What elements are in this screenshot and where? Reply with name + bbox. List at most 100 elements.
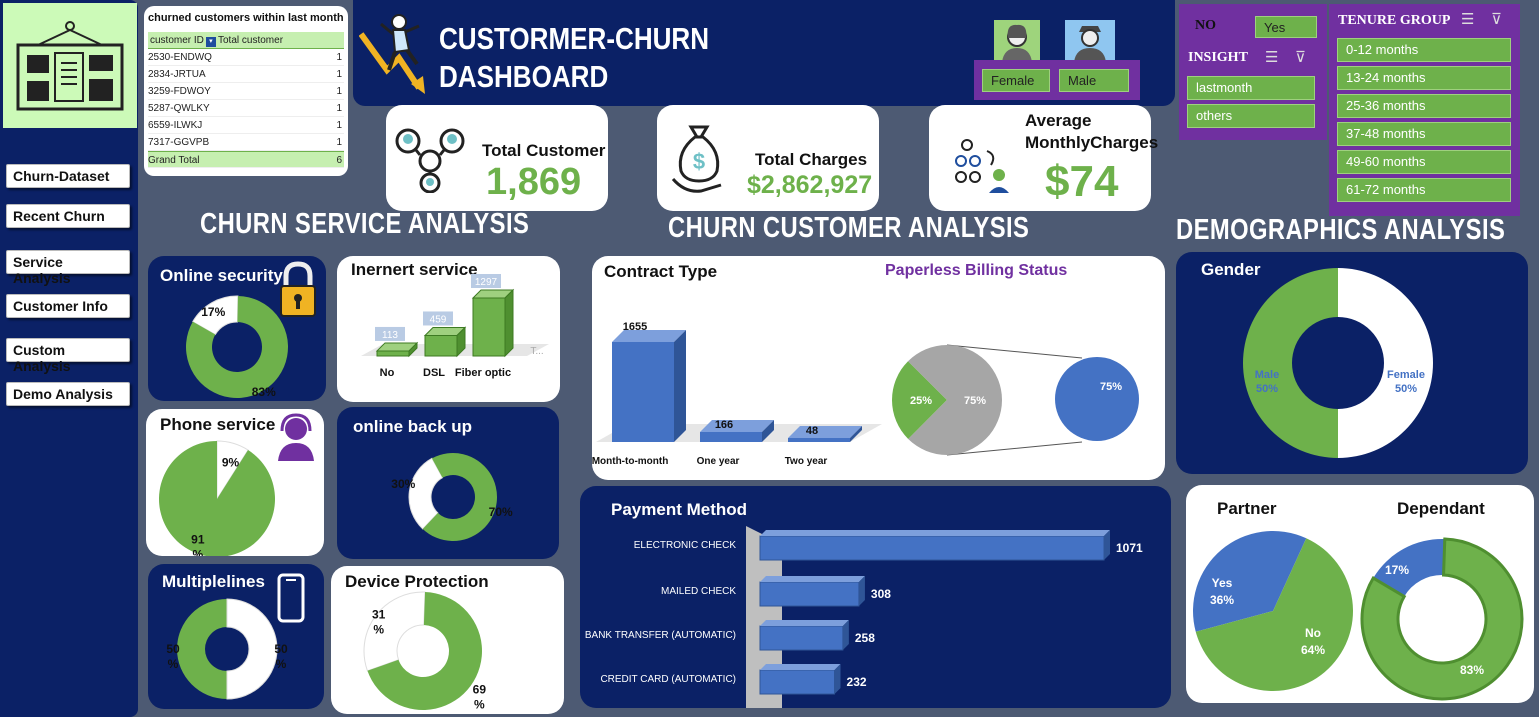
pivot-col-customer-id[interactable]: customer ID [148,35,204,46]
kpi-total-customer: Total Customer 1,869 [386,105,608,211]
insight-slicer: NO Yes INSIGHT ☰ ⊽ lastmonth others [1179,4,1327,140]
clear-filter-icon[interactable]: ⊽ [1491,10,1502,28]
data-label-multiplelines-0: 50 [166,642,180,656]
data-label-payment-0: 1071 [1116,541,1143,555]
multi-select-icon[interactable]: ☰ [1265,48,1278,66]
truncated-label-internet: T... [530,346,543,357]
bar-payment-2 [759,625,844,651]
row-id: 5287-QWLKY [148,103,210,114]
data-label-payment-1: 308 [871,587,891,601]
tenure-option[interactable]: 25-36 months [1337,94,1511,118]
male-avatar [1065,20,1115,62]
x-label-contract-1: One year [697,456,740,467]
data-label-paperless-1: 75% [964,395,986,407]
contract-billing-chart: 1655 Month-to-month 166 One year 48 Two year 2… [592,321,1139,467]
x-label-contract-0: Month-to-month [592,456,668,467]
insight-others-button[interactable]: others [1187,104,1315,128]
x-label-internet-2: Fiber optic [455,367,511,379]
row-value: 1 [336,52,342,63]
bulletin-board-icon [16,21,124,111]
row-id: 6559-ILWKJ [148,120,203,131]
bar-payment-0 [759,535,1105,561]
data-label-device-protection-0: 31 [372,607,386,621]
y-label-payment-0: ELECTRONIC CHECK [634,540,737,551]
multi-select-icon[interactable]: ☰ [1461,10,1474,28]
data-label-internet-0: 113 [382,330,398,341]
nav-recent-churn[interactable]: Recent Churn [6,204,130,228]
bar-payment-1 [759,581,860,607]
tenure-slicer: TENURE GROUP ☰ ⊽ 0-12 months 13-24 month… [1329,4,1520,216]
nav-customer-info[interactable]: Customer Info [6,294,130,318]
payment-method-card: Payment Method 1071 ELECTRONIC CHECK 308 MA… [580,486,1171,708]
insight-no-label[interactable]: NO [1195,18,1216,34]
nav-churn-dataset[interactable]: Churn-Dataset [6,164,130,188]
data-label-dependant-no: 83% [1460,663,1484,677]
nav-custom-analysis[interactable]: Custom Analysis [6,338,130,374]
data-label-paperless-secondary: 75% [1100,381,1122,393]
grand-total-value: 6 [336,155,342,166]
nav-service-analysis[interactable]: Service Analysis [6,250,130,286]
table-row: 7317-GGVPB 1 [148,134,344,151]
tenure-option[interactable]: 49-60 months [1337,150,1511,174]
filter-dropdown-icon[interactable]: ▾ [205,37,216,47]
table-row: 6559-ILWKJ 1 [148,117,344,134]
bar-top-payment-0 [760,530,1110,536]
online-backup-card: online back up 30% 70% [337,407,559,559]
kpi-avg-label-line1: Average [1025,111,1092,130]
tenure-option[interactable]: 61-72 months [1337,178,1511,202]
falling-man-icon [359,14,425,94]
data-label-partner-no: No [1305,626,1321,640]
kpi-total-charges: $ Total Charges $2,862,927 [657,105,879,211]
y-label-payment-2: BANK TRANSFER (AUTOMATIC) [585,630,736,641]
data-label-gender-female-pct: 50% [1395,383,1417,395]
dashboard-logo [3,3,137,128]
row-id: 2834-JRTUA [148,69,206,80]
slice-gender-female [1338,268,1433,458]
y-label-payment-1: MAILED CHECK [661,586,736,597]
slice-gender-male [1243,268,1338,458]
pivot-header-row: customer ID ▾ Total customer [148,32,344,49]
bar-contract-1 [700,431,762,442]
data-label-gender-male-pct: 50% [1256,383,1278,395]
male-filter-button[interactable]: Male [1059,69,1129,92]
table-row: 5287-QWLKY 1 [148,100,344,117]
phone-service-card: Phone service 9% 91% [146,409,324,556]
online-security-chart: 17% 83% [186,295,288,399]
insight-yes-button[interactable]: Yes [1255,16,1317,38]
tenure-option[interactable]: 0-12 months [1337,38,1511,62]
data-label-multiplelines-1: 50 [274,642,288,656]
kpi-total-charges-label: Total Charges [755,150,868,169]
clear-filter-icon[interactable]: ⊽ [1295,48,1306,66]
data-label-partner-yes: Yes [1212,576,1233,590]
row-id: 7317-GGVPB [148,137,210,148]
female-avatar [994,20,1040,62]
table-row: 3259-FDWOY 1 [148,83,344,100]
row-value: 1 [336,137,342,148]
data-label-contract-2: 48 [806,425,818,437]
data-label-device-protection-1: % [474,698,485,712]
data-label-device-protection-0: % [373,622,384,636]
x-label-contract-2: Two year [785,456,828,467]
data-label-contract-1: 166 [715,419,733,431]
pivot-body: customer ID ▾ Total customer 2530-ENDWQ 1 … [148,32,344,168]
data-label-paperless-0: 25% [910,395,932,407]
data-label-online-security-0: 17% [201,305,225,319]
bar-internet-0 [376,350,410,357]
tenure-option[interactable]: 13-24 months [1337,66,1511,90]
gender-chart: Female 50% Male 50% [1243,268,1433,458]
kpi-avg-monthly: Average MonthlyCharges $74 [929,105,1158,211]
nav-demo-analysis[interactable]: Demo Analysis [6,382,130,406]
female-filter-button[interactable]: Female [982,69,1050,92]
bar-side-contract-0 [674,330,686,442]
x-label-internet-0: No [380,367,395,379]
insight-lastmonth-button[interactable]: lastmonth [1187,76,1315,100]
data-label-contract-0: 1655 [623,321,647,333]
payment-method-chart: 1071 ELECTRONIC CHECK 308 MAILED CHECK 258 BA… [585,526,1143,708]
data-label-multiplelines-0: % [168,657,179,671]
y-label-payment-3: CREDIT CARD (AUTOMATIC) [600,674,736,685]
female-icon [1002,24,1032,62]
section-service-title: CHURN SERVICE ANALYSIS [200,208,530,240]
tenure-option[interactable]: 37-48 months [1337,122,1511,146]
gender-slicer: Female Male [974,60,1140,100]
pivot-col-total: Total customer [218,35,284,46]
